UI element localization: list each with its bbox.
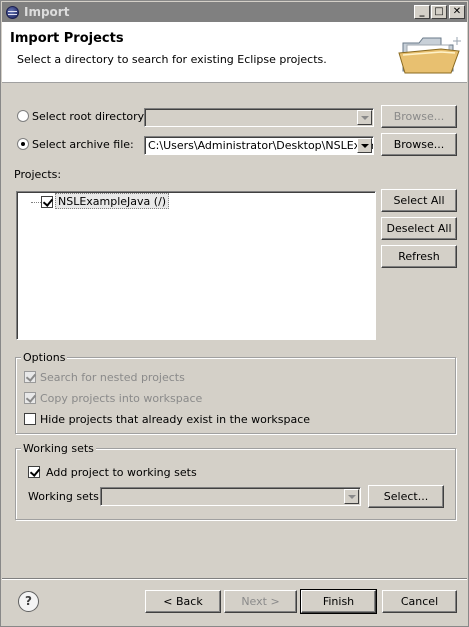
next-button[interactable]: Next > — [224, 590, 297, 613]
archive-file-value: C:\Users\Administrator\Desktop\NSLExampl — [148, 139, 374, 152]
cancel-button[interactable]: Cancel — [382, 590, 457, 613]
select-all-button[interactable]: Select All — [381, 189, 457, 212]
browse-archive-button[interactable]: Browse... — [381, 133, 457, 156]
chevron-down-icon[interactable] — [344, 489, 359, 504]
refresh-button[interactable]: Refresh — [381, 245, 457, 268]
working-sets-combo[interactable] — [100, 487, 361, 506]
finish-button[interactable]: Finish — [300, 589, 377, 614]
help-icon[interactable]: ? — [18, 591, 39, 612]
nested-projects-label: Search for nested projects — [40, 371, 185, 384]
back-button[interactable]: < Back — [145, 590, 221, 613]
page-description: Select a directory to search for existin… — [17, 53, 327, 66]
archive-file-label: Select archive file: — [32, 138, 134, 151]
working-sets-label: Working sets: — [28, 490, 103, 503]
minimize-button[interactable]: _ — [414, 5, 430, 19]
deselect-all-button[interactable]: Deselect All — [381, 217, 457, 240]
archive-file-radio[interactable] — [17, 138, 29, 150]
chevron-down-icon[interactable] — [357, 138, 372, 153]
hide-existing-label: Hide projects that already exist in the … — [40, 413, 311, 426]
add-to-working-sets-label: Add project to working sets — [46, 466, 197, 479]
project-checkbox[interactable] — [41, 196, 53, 208]
copy-projects-label: Copy projects into workspace — [40, 392, 203, 405]
projects-list[interactable]: NSLExampleJava (/) — [16, 191, 376, 340]
window-title: Import — [24, 5, 70, 19]
folder-open-icon — [398, 37, 461, 74]
hide-existing-checkbox[interactable] — [24, 413, 36, 425]
page-title: Import Projects — [10, 31, 124, 46]
footer-separator — [2, 578, 467, 580]
import-dialog: Import _ □ ✕ Import Projects Select a di… — [0, 0, 469, 627]
working-sets-group — [15, 448, 456, 520]
nested-projects-checkbox[interactable] — [24, 371, 36, 383]
title-bar[interactable]: Import _ □ ✕ — [2, 2, 467, 22]
chevron-down-icon[interactable] — [357, 110, 372, 125]
eclipse-icon — [6, 6, 19, 19]
wizard-banner: Import Projects Select a directory to se… — [2, 22, 467, 83]
browse-root-button[interactable]: Browse... — [381, 105, 457, 128]
add-to-working-sets-checkbox[interactable] — [28, 466, 40, 478]
projects-label: Projects: — [14, 168, 62, 181]
options-group-title: Options — [21, 351, 68, 364]
copy-projects-checkbox[interactable] — [24, 392, 36, 404]
list-item[interactable]: NSLExampleJava (/) — [55, 193, 170, 209]
select-working-sets-button[interactable]: Select... — [368, 485, 444, 508]
root-directory-radio[interactable] — [17, 110, 29, 122]
root-directory-label: Select root directory: — [32, 110, 148, 123]
maximize-button[interactable]: □ — [431, 5, 447, 19]
working-sets-group-title: Working sets — [21, 442, 96, 455]
root-directory-combo[interactable] — [144, 108, 374, 127]
archive-file-combo[interactable]: C:\Users\Administrator\Desktop\NSLExampl — [144, 136, 374, 155]
close-button[interactable]: ✕ — [449, 5, 465, 19]
